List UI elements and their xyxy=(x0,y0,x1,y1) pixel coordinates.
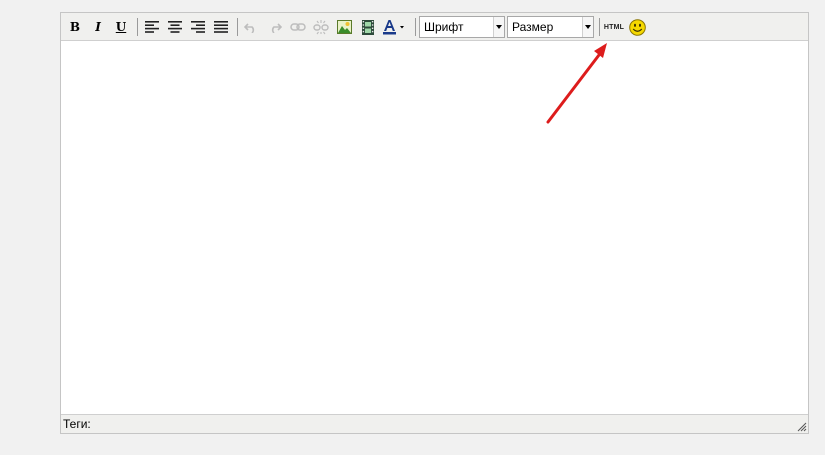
unlink-icon xyxy=(313,20,329,35)
toolbar-separator xyxy=(599,18,600,36)
font-size-value: Размер xyxy=(512,20,554,34)
film-icon xyxy=(362,19,374,35)
html-source-label: HTML xyxy=(603,23,625,31)
align-left-button[interactable] xyxy=(142,17,162,37)
font-size-select[interactable]: Размер xyxy=(507,16,594,38)
undo-icon xyxy=(244,23,255,33)
smiley-icon xyxy=(628,18,646,36)
editor-statusbar: Теги: xyxy=(61,414,808,433)
text-color-icon xyxy=(383,20,404,35)
insert-image-button[interactable] xyxy=(334,17,354,37)
chevron-down-icon xyxy=(582,17,593,37)
align-center-icon xyxy=(168,21,182,33)
toolbar-separator xyxy=(137,18,138,36)
redo-button[interactable] xyxy=(265,17,285,37)
toolbar-separator xyxy=(415,18,416,36)
bold-button[interactable]: B xyxy=(65,17,85,37)
redo-icon xyxy=(271,23,282,33)
text-color-button[interactable] xyxy=(381,17,409,37)
underline-button-label: U xyxy=(115,20,127,34)
unlink-button[interactable] xyxy=(311,17,331,37)
bold-button-label: B xyxy=(69,20,81,34)
undo-button[interactable] xyxy=(241,17,261,37)
insert-video-button[interactable] xyxy=(358,17,378,37)
editor-toolbar: B I U Шрифт Размер HTML xyxy=(61,13,808,41)
resize-grip-icon[interactable] xyxy=(796,421,807,432)
italic-button-label: I xyxy=(95,20,101,34)
chevron-down-icon xyxy=(493,17,504,37)
rich-text-editor: B I U Шрифт Размер HTML Теги: xyxy=(60,12,809,434)
link-button[interactable] xyxy=(288,17,308,37)
editor-content-area[interactable] xyxy=(61,41,808,414)
align-center-button[interactable] xyxy=(165,17,185,37)
emoticon-button[interactable] xyxy=(627,17,647,37)
html-source-button[interactable]: HTML xyxy=(602,17,626,37)
align-justify-icon xyxy=(214,21,228,33)
italic-button[interactable]: I xyxy=(88,17,108,37)
image-icon xyxy=(336,20,352,34)
underline-button[interactable]: U xyxy=(111,17,131,37)
tags-label: Теги: xyxy=(63,417,91,431)
align-right-icon xyxy=(191,21,205,33)
align-right-button[interactable] xyxy=(188,17,208,37)
toolbar-separator xyxy=(237,18,238,36)
align-justify-button[interactable] xyxy=(211,17,231,37)
font-family-value: Шрифт xyxy=(424,20,464,34)
link-icon xyxy=(290,23,306,31)
align-left-icon xyxy=(145,21,159,33)
font-family-select[interactable]: Шрифт xyxy=(419,16,505,38)
